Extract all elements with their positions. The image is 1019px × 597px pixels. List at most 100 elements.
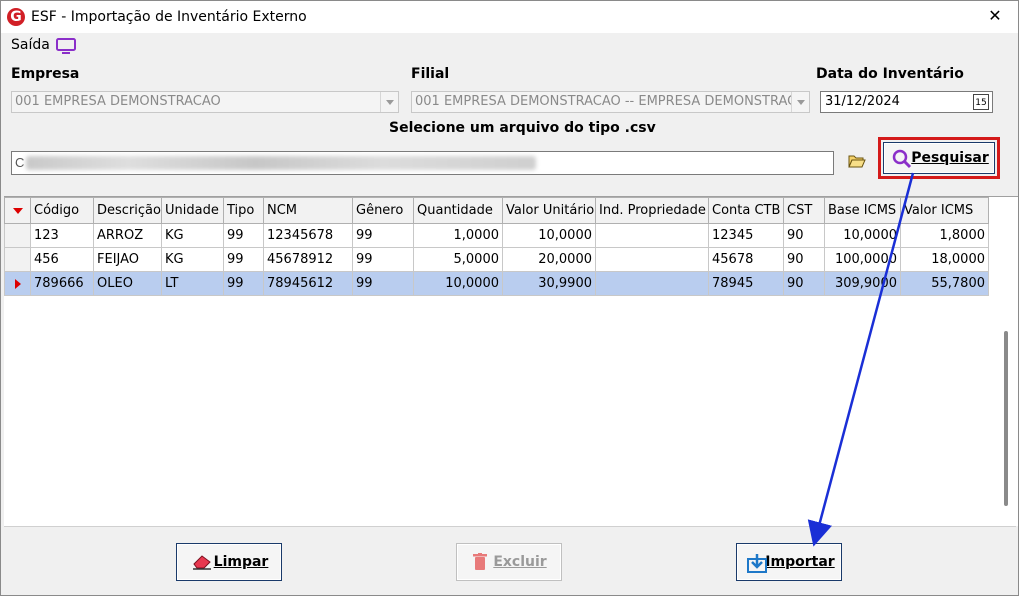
cell-valor-icms[interactable]: 18,0000 — [900, 247, 989, 272]
arquivo-label: Selecione um arquivo do tipo .csv — [389, 120, 656, 136]
cell-ind-propriedade[interactable] — [595, 223, 709, 248]
window-title: ESF - Importação de Inventário Externo — [31, 9, 307, 25]
filial-select[interactable]: 001 EMPRESA DEMONSTRACAO -- EMPRESA DEMO… — [411, 91, 810, 113]
cell-valor-unitario[interactable]: 30,9900 — [502, 271, 596, 296]
data-inventario-label: Data do Inventário — [816, 66, 964, 82]
search-icon — [892, 149, 912, 169]
current-row-icon — [15, 279, 21, 289]
chevron-down-icon[interactable] — [791, 92, 809, 112]
cell-codigo[interactable]: 789666 — [30, 271, 94, 296]
col-tipo[interactable]: Tipo — [223, 197, 264, 224]
cell-tipo[interactable]: 99 — [223, 223, 264, 248]
import-icon — [747, 554, 767, 573]
folder-open-icon[interactable] — [848, 153, 866, 169]
cell-unidade[interactable]: KG — [161, 223, 224, 248]
row-indicator-header — [4, 197, 31, 224]
cell-genero[interactable]: 99 — [352, 223, 414, 248]
col-codigo[interactable]: Código — [30, 197, 94, 224]
eraser-icon — [193, 555, 211, 570]
table-row-selected[interactable]: 789666 OLEO LT 99 78945612 99 10,0000 30… — [4, 271, 989, 296]
import-dialog-window: G ESF - Importação de Inventário Externo… — [0, 0, 1019, 596]
cell-cst[interactable]: 90 — [783, 247, 825, 272]
cell-ncm[interactable]: 78945612 — [263, 271, 353, 296]
app-logo-icon: G — [7, 8, 25, 26]
col-genero[interactable]: Gênero — [352, 197, 414, 224]
cell-genero[interactable]: 99 — [352, 247, 414, 272]
data-inventario-value: 31/12/2024 — [825, 94, 900, 109]
cell-unidade[interactable]: KG — [161, 247, 224, 272]
cell-ind-propriedade[interactable] — [595, 271, 709, 296]
cell-conta-ctb[interactable]: 45678 — [708, 247, 784, 272]
cell-valor-unitario[interactable]: 20,0000 — [502, 247, 596, 272]
cell-genero[interactable]: 99 — [352, 271, 414, 296]
cell-base-icms[interactable]: 309,9000 — [824, 271, 901, 296]
redacted-path — [26, 156, 536, 170]
row-indicator[interactable] — [4, 223, 31, 248]
saida-label: Saída — [11, 37, 50, 53]
limpar-label: Limpar — [213, 554, 269, 570]
col-quantidade[interactable]: Quantidade — [413, 197, 503, 224]
cell-ncm[interactable]: 12345678 — [263, 223, 353, 248]
monitor-icon[interactable] — [56, 38, 76, 54]
cell-codigo[interactable]: 123 — [30, 223, 94, 248]
cell-ind-propriedade[interactable] — [595, 247, 709, 272]
cell-valor-icms[interactable]: 1,8000 — [900, 223, 989, 248]
row-indicator[interactable] — [4, 271, 31, 296]
table-row[interactable]: 456 FEIJAO KG 99 45678912 99 5,0000 20,0… — [4, 247, 989, 272]
cell-tipo[interactable]: 99 — [223, 271, 264, 296]
cell-valor-icms[interactable]: 55,7800 — [900, 271, 989, 296]
col-descricao[interactable]: Descrição — [93, 197, 162, 224]
filial-select-value: 001 EMPRESA DEMONSTRACAO -- EMPRESA DEMO… — [415, 94, 810, 109]
title-bar: G ESF - Importação de Inventário Externo… — [1, 1, 1018, 33]
cell-descricao[interactable]: OLEO — [93, 271, 162, 296]
cell-ncm[interactable]: 45678912 — [263, 247, 353, 272]
col-base-icms[interactable]: Base ICMS — [824, 197, 901, 224]
filial-label: Filial — [411, 66, 450, 82]
empresa-select[interactable]: 001 EMPRESA DEMONSTRACAO — [11, 91, 399, 113]
importar-label: Importar — [765, 554, 835, 570]
excluir-button[interactable]: Excluir — [456, 543, 562, 581]
cell-quantidade[interactable]: 10,0000 — [413, 271, 503, 296]
footer-divider — [4, 526, 1016, 527]
empresa-label: Empresa — [11, 66, 80, 82]
cell-cst[interactable]: 90 — [783, 271, 825, 296]
cell-codigo[interactable]: 456 — [30, 247, 94, 272]
col-cst[interactable]: CST — [783, 197, 825, 224]
data-inventario-input[interactable]: 31/12/2024 15 — [820, 91, 993, 113]
col-valor-icms[interactable]: Valor ICMS — [900, 197, 989, 224]
excluir-label: Excluir — [493, 554, 547, 570]
cell-descricao[interactable]: FEIJAO — [93, 247, 162, 272]
cell-conta-ctb[interactable]: 12345 — [708, 223, 784, 248]
file-path-input[interactable]: C — [11, 151, 834, 175]
importar-button[interactable]: Importar — [736, 543, 842, 581]
inventory-table: Código Descrição Unidade Tipo NCM Gênero… — [4, 197, 989, 296]
empresa-select-value: 001 EMPRESA DEMONSTRACAO — [15, 94, 221, 109]
cell-quantidade[interactable]: 1,0000 — [413, 223, 503, 248]
inventory-grid[interactable]: Código Descrição Unidade Tipo NCM Gênero… — [4, 196, 1018, 526]
col-unidade[interactable]: Unidade — [161, 197, 224, 224]
cell-quantidade[interactable]: 5,0000 — [413, 247, 503, 272]
sort-indicator-icon — [13, 208, 23, 214]
pesquisar-label: Pesquisar — [911, 150, 989, 166]
cell-base-icms[interactable]: 100,0000 — [824, 247, 901, 272]
vertical-scrollbar[interactable] — [1004, 331, 1008, 506]
cell-descricao[interactable]: ARROZ — [93, 223, 162, 248]
close-button[interactable]: ✕ — [972, 1, 1018, 33]
col-conta-ctb[interactable]: Conta CTB — [708, 197, 784, 224]
cell-valor-unitario[interactable]: 10,0000 — [502, 223, 596, 248]
cell-unidade[interactable]: LT — [161, 271, 224, 296]
table-header-row: Código Descrição Unidade Tipo NCM Gênero… — [4, 197, 989, 224]
col-ncm[interactable]: NCM — [263, 197, 353, 224]
cell-conta-ctb[interactable]: 78945 — [708, 271, 784, 296]
pesquisar-button[interactable]: Pesquisar — [883, 142, 995, 174]
chevron-down-icon[interactable] — [380, 92, 398, 112]
table-row[interactable]: 123 ARROZ KG 99 12345678 99 1,0000 10,00… — [4, 223, 989, 248]
cell-cst[interactable]: 90 — [783, 223, 825, 248]
col-ind-propriedade[interactable]: Ind. Propriedade — [595, 197, 709, 224]
cell-base-icms[interactable]: 10,0000 — [824, 223, 901, 248]
calendar-icon[interactable]: 15 — [973, 94, 989, 110]
row-indicator[interactable] — [4, 247, 31, 272]
limpar-button[interactable]: Limpar — [176, 543, 282, 581]
cell-tipo[interactable]: 99 — [223, 247, 264, 272]
col-valor-unitario[interactable]: Valor Unitário — [502, 197, 596, 224]
